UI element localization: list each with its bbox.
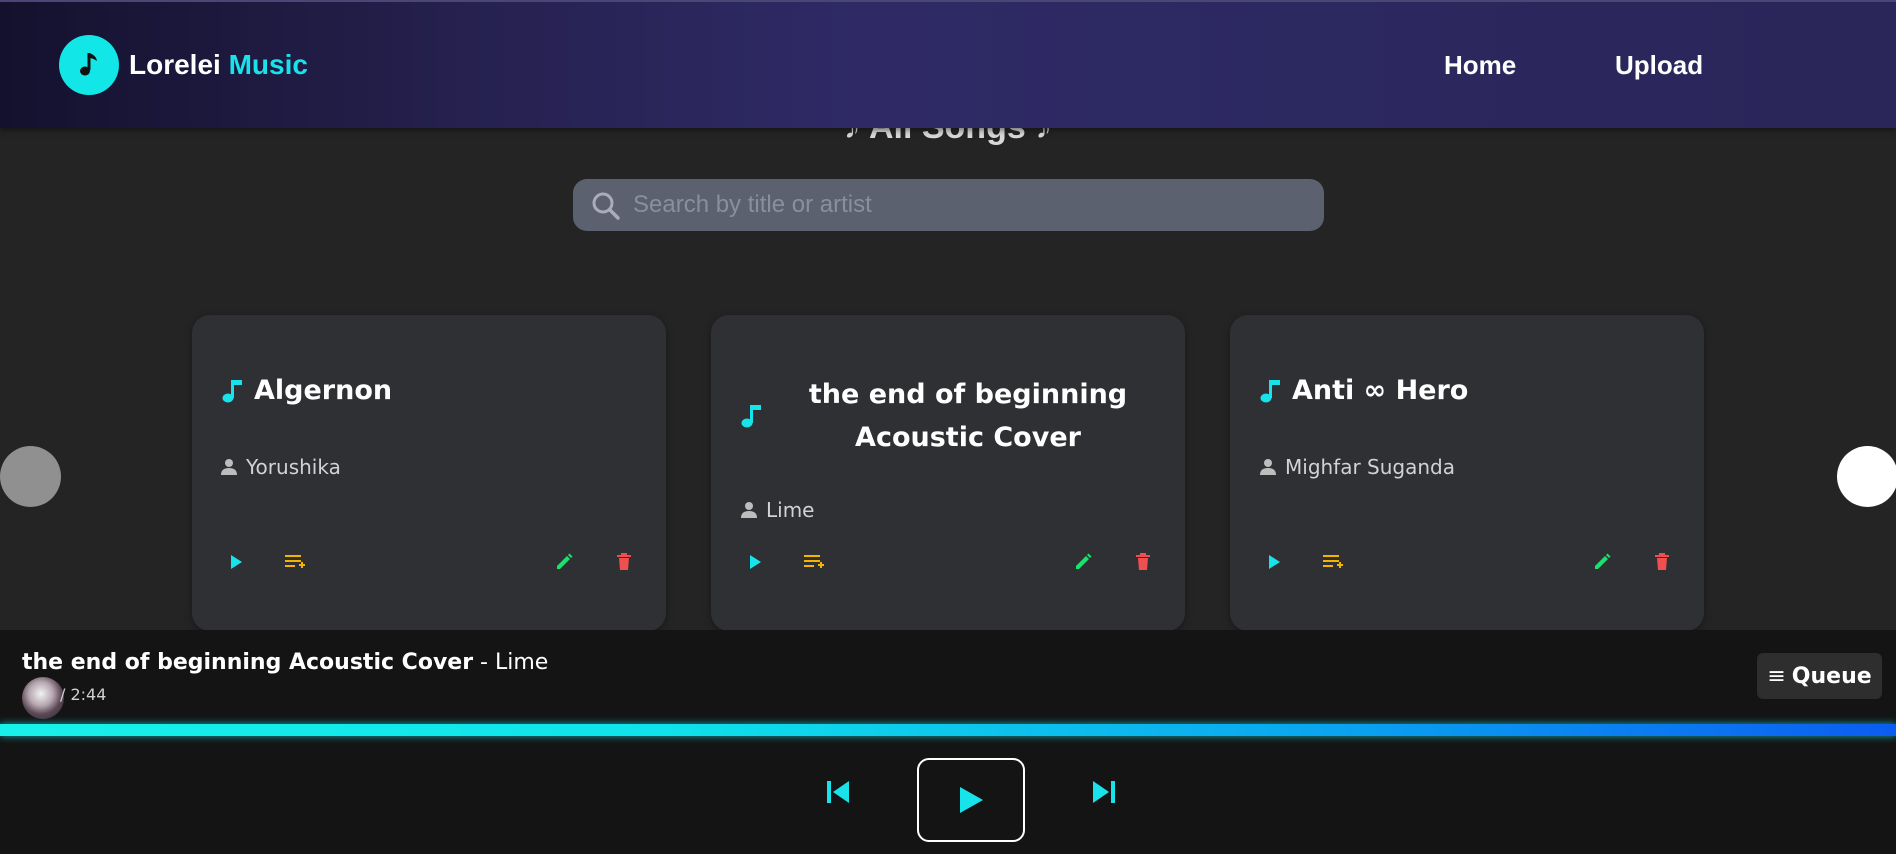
skip-previous-icon — [827, 781, 849, 803]
card-actions — [711, 550, 1185, 576]
play-icon — [231, 555, 242, 569]
time-display: / 2:44 — [60, 685, 107, 704]
trash-icon — [1655, 553, 1669, 570]
previous-button[interactable] — [824, 778, 852, 806]
card-title-row: Anti ∞ Hero — [1258, 375, 1676, 406]
music-note-icon — [222, 379, 242, 402]
carousel-next-button[interactable] — [1837, 446, 1896, 507]
now-playing: the end of beginning Acoustic Cover - Li… — [22, 650, 548, 675]
play-icon — [960, 787, 983, 813]
song-card: the end of beginning Acoustic Cover — [711, 315, 1185, 631]
edit-button[interactable] — [1590, 550, 1614, 574]
play-button[interactable] — [743, 550, 767, 574]
album-art — [22, 677, 64, 719]
delete-button[interactable] — [1650, 550, 1674, 574]
brand-accent: Music — [228, 49, 308, 80]
now-playing-title: the end of beginning Acoustic Cover — [22, 650, 474, 675]
song-title: Algernon — [254, 375, 393, 406]
music-note-icon — [1260, 379, 1280, 402]
card-actions — [192, 550, 666, 576]
song-title: the end of beginning Acoustic Cover — [808, 379, 1128, 453]
pencil-icon — [557, 553, 573, 569]
progress-bar[interactable] — [0, 724, 1896, 736]
add-to-queue-button[interactable] — [283, 550, 307, 574]
search-bar — [573, 179, 1324, 231]
add-to-queue-button[interactable] — [1321, 550, 1345, 574]
song-artist: Yorushika — [220, 455, 341, 479]
song-artist: Lime — [740, 498, 815, 522]
menu-icon: ≡ — [1767, 663, 1786, 689]
carousel-prev-button[interactable] — [0, 446, 61, 507]
pencil-icon — [1595, 553, 1611, 569]
brand-logo[interactable]: Lorelei Music — [59, 35, 308, 95]
nav-upload-link[interactable]: Upload — [1615, 50, 1703, 81]
person-icon — [1260, 459, 1276, 475]
nav-home-link[interactable]: Home — [1444, 50, 1516, 81]
music-note-icon — [741, 405, 761, 428]
play-icon — [1269, 555, 1280, 569]
edit-button[interactable] — [552, 550, 576, 574]
person-icon — [221, 459, 237, 475]
artist-name: Mighfar Suganda — [1285, 455, 1456, 479]
skip-next-icon — [1093, 781, 1115, 803]
now-playing-artist: Lime — [495, 650, 549, 675]
pencil-icon — [1076, 553, 1092, 569]
search-input[interactable] — [633, 179, 1303, 231]
play-icon — [750, 555, 761, 569]
song-artist: Mighfar Suganda — [1259, 455, 1455, 479]
delete-button[interactable] — [612, 550, 636, 574]
add-to-queue-button[interactable] — [802, 550, 826, 574]
music-player: the end of beginning Acoustic Cover - Li… — [0, 630, 1896, 854]
now-playing-separator: - — [473, 650, 495, 675]
person-icon — [741, 502, 757, 518]
navbar: Lorelei Music Home Upload — [0, 0, 1896, 128]
trash-icon — [617, 553, 631, 570]
brand-main: Lorelei — [129, 49, 221, 80]
brand-name: Lorelei Music — [129, 49, 308, 81]
card-title-row: Algernon — [220, 375, 638, 406]
edit-button[interactable] — [1071, 550, 1095, 574]
play-button[interactable] — [224, 550, 248, 574]
search-icon — [591, 191, 621, 226]
song-title: Anti ∞ Hero — [1292, 375, 1469, 406]
artist-name: Lime — [766, 498, 815, 522]
playlist-add-icon — [285, 555, 305, 568]
card-actions — [1230, 550, 1704, 576]
progress-fill — [0, 724, 1896, 736]
card-title-row: the end of beginning Acoustic Cover — [739, 373, 1157, 459]
queue-label: Queue — [1791, 663, 1872, 689]
next-button[interactable] — [1090, 778, 1118, 806]
artist-name: Yorushika — [246, 455, 341, 479]
music-note-icon — [59, 35, 119, 95]
playlist-add-icon — [1323, 555, 1343, 568]
trash-icon — [1136, 553, 1150, 570]
play-button[interactable] — [1262, 550, 1286, 574]
playlist-add-icon — [804, 555, 824, 568]
delete-button[interactable] — [1131, 550, 1155, 574]
play-pause-button[interactable] — [917, 758, 1025, 842]
queue-button[interactable]: ≡ Queue — [1757, 653, 1882, 699]
